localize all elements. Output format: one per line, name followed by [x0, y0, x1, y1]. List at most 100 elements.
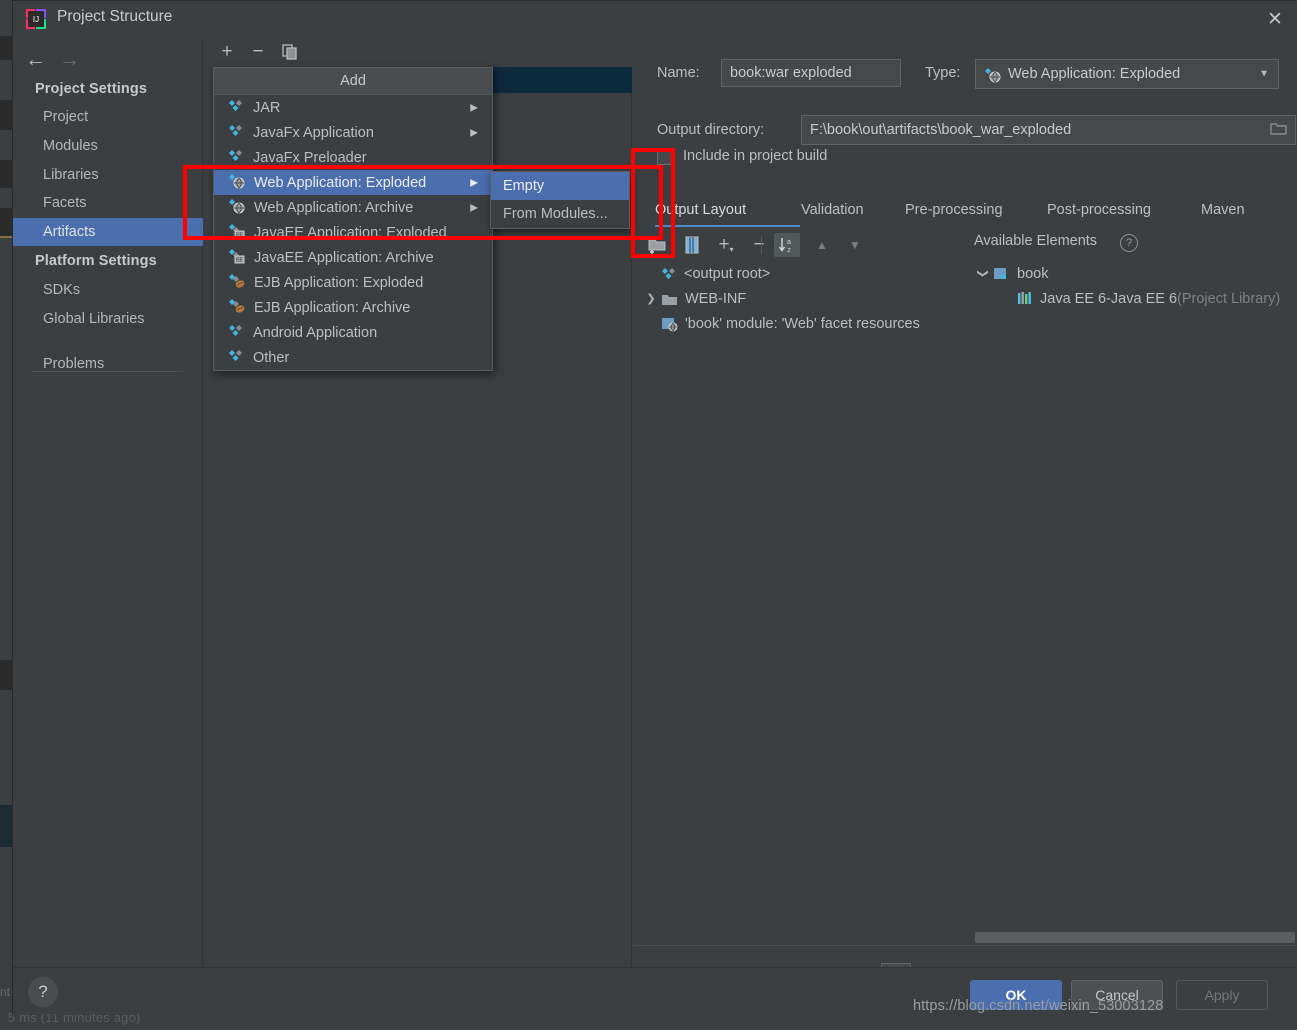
sidebar-item-problems[interactable]: Problems	[13, 350, 203, 378]
menu-item-javaee-application-exploded[interactable]: EE JavaEE Application: Exploded	[214, 220, 492, 245]
menu-item-other[interactable]: Other	[214, 345, 492, 370]
artifact-toolbar: + −	[204, 37, 632, 67]
sidebar-item-project[interactable]: Project	[13, 103, 203, 131]
module-facet-icon	[661, 316, 678, 332]
menu-item-javafx-application[interactable]: JavaFx Application ▶	[214, 120, 492, 145]
tab-output-layout[interactable]: Output Layout	[655, 193, 746, 227]
tree-node-java-ee-6-library[interactable]: Java EE 6-Java EE 6 (Project Library)	[973, 286, 1297, 311]
plus-icon[interactable]: +	[214, 39, 240, 65]
sidebar-item-artifacts[interactable]: Artifacts	[13, 218, 203, 246]
tree-node-web-inf[interactable]: ❯ WEB-INF	[641, 286, 971, 311]
menu-item-web-application-archive[interactable]: Web Application: Archive ▶	[214, 195, 492, 220]
ide-bg-left-text: nt	[0, 985, 10, 999]
web-artifact-icon	[984, 66, 1001, 83]
tab-active-underline	[655, 225, 800, 227]
add-artifact-menu: Add JAR ▶ JavaFx Application ▶ JavaFx Pr…	[213, 67, 493, 371]
menu-item-label: JAR	[253, 100, 280, 116]
menu-item-label: Android Application	[253, 325, 377, 341]
dialog-titlebar: IJ Project Structure ✕	[13, 1, 1297, 37]
chevron-down-icon[interactable]: ▼	[1259, 69, 1269, 80]
web-artifact-icon	[228, 197, 245, 218]
ide-bg-chip	[0, 36, 12, 60]
ejb-artifact-icon	[228, 297, 245, 318]
output-directory-label: Output directory:	[657, 122, 764, 138]
chevron-right-icon[interactable]: ❯	[641, 292, 661, 305]
intellij-idea-icon: IJ	[25, 8, 47, 30]
ide-bg-chip	[0, 160, 12, 188]
folder-icon	[661, 292, 678, 306]
tree-node-suffix: (Project Library)	[1177, 291, 1280, 307]
artifact-detail-panel: Name: book:war exploded Type: Web Applic…	[633, 37, 1297, 967]
ide-bg-chip	[0, 660, 12, 690]
horizontal-scrollbar[interactable]	[975, 932, 1295, 943]
tab-pre-processing[interactable]: Pre-processing	[905, 193, 1003, 227]
sidebar-item-libraries[interactable]: Libraries	[13, 161, 203, 189]
menu-item-android-application[interactable]: Android Application	[214, 320, 492, 345]
name-label: Name:	[657, 65, 700, 81]
tree-node-label: WEB-INF	[685, 291, 746, 307]
menu-item-ejb-application-exploded[interactable]: EJB Application: Exploded	[214, 270, 492, 295]
tree-node-label: Java EE 6-Java EE 6	[1040, 291, 1177, 307]
sidebar-item-modules[interactable]: Modules	[13, 132, 203, 160]
ejb-artifact-icon	[228, 272, 245, 293]
menu-item-javaee-application-archive[interactable]: EE JavaEE Application: Archive	[214, 245, 492, 270]
detail-tabs: Output Layout Validation Pre-processing …	[633, 193, 1297, 227]
tree-node-book-web-facet[interactable]: 'book' module: 'Web' facet resources	[641, 311, 971, 336]
available-elements-tree[interactable]: ❯ book Java	[973, 261, 1297, 311]
artifact-icon	[228, 348, 244, 368]
add-directory-icon[interactable]	[645, 233, 671, 257]
tree-node-book-module[interactable]: ❯ book	[973, 261, 1297, 286]
svg-text:IJ: IJ	[33, 15, 39, 24]
dialog-title: Project Structure	[57, 8, 172, 26]
add-archive-icon[interactable]	[679, 233, 705, 257]
chevron-right-icon: ▶	[470, 127, 478, 138]
sort-az-icon[interactable]: a z	[774, 233, 800, 257]
menu-item-label: JavaEE Application: Archive	[254, 250, 434, 266]
tab-maven[interactable]: Maven	[1201, 193, 1245, 227]
folder-icon[interactable]	[1270, 121, 1287, 139]
minus-icon[interactable]: −	[746, 233, 772, 257]
arrow-left-icon[interactable]: ←	[25, 49, 46, 70]
sidebar-item-facets[interactable]: Facets	[13, 189, 203, 217]
menu-item-javafx-preloader[interactable]: JavaFx Preloader	[214, 145, 492, 170]
ide-bg-chip	[0, 236, 12, 238]
sidebar-item-sdks[interactable]: SDKs	[13, 276, 203, 304]
minus-icon[interactable]: −	[245, 39, 271, 65]
menu-item-ejb-application-archive[interactable]: EJB Application: Archive	[214, 295, 492, 320]
toolbar-separator	[761, 236, 762, 254]
output-directory-input[interactable]: F:\book\out\artifacts\book_war_exploded	[801, 115, 1296, 145]
output-layout-tree[interactable]: <output root> ❯ WEB-INF	[641, 261, 971, 336]
submenu-item-empty[interactable]: Empty	[491, 172, 629, 200]
tab-validation[interactable]: Validation	[801, 193, 864, 227]
ide-bg-chip	[0, 100, 12, 130]
help-circle-icon[interactable]: ?	[1120, 234, 1138, 252]
tree-node-output-root[interactable]: <output root>	[641, 261, 971, 286]
menu-item-label: JavaEE Application: Exploded	[254, 225, 447, 241]
help-icon[interactable]: ?	[28, 977, 58, 1007]
arrow-right-icon: →	[59, 49, 80, 70]
tree-node-label: <output root>	[684, 266, 770, 282]
svg-text:z: z	[787, 247, 791, 254]
close-icon[interactable]: ✕	[1252, 1, 1297, 37]
sidebar-item-global-libraries[interactable]: Global Libraries	[13, 305, 203, 333]
svg-text:EE: EE	[236, 258, 243, 264]
ide-editor-highlight	[0, 805, 12, 847]
move-down-icon[interactable]: ▼	[842, 233, 868, 257]
menu-item-web-application-exploded[interactable]: Web Application: Exploded ▶	[214, 170, 492, 195]
include-in-project-build-checkbox[interactable]	[657, 149, 673, 165]
svg-text:EE: EE	[236, 233, 243, 239]
type-dropdown[interactable]: Web Application: Exploded ▼	[975, 59, 1279, 89]
settings-navigation-panel: ← → Project Settings Project Modules Lib…	[13, 37, 203, 967]
submenu-item-from-modules[interactable]: From Modules...	[491, 200, 629, 228]
chevron-down-icon[interactable]: ❯	[977, 264, 990, 284]
name-input[interactable]: book:war exploded	[721, 59, 901, 87]
chevron-right-icon: ▶	[470, 177, 478, 188]
menu-item-jar[interactable]: JAR ▶	[214, 95, 492, 120]
artifact-list-selected-row[interactable]	[493, 67, 632, 93]
move-up-icon[interactable]: ▲	[809, 233, 835, 257]
tab-post-processing[interactable]: Post-processing	[1047, 193, 1151, 227]
tree-node-label: book	[1017, 266, 1048, 282]
nav-group-project-settings: Project Settings	[13, 75, 203, 103]
plus-dropdown-icon[interactable]: +▾	[713, 233, 739, 257]
copy-icon[interactable]	[277, 39, 303, 65]
